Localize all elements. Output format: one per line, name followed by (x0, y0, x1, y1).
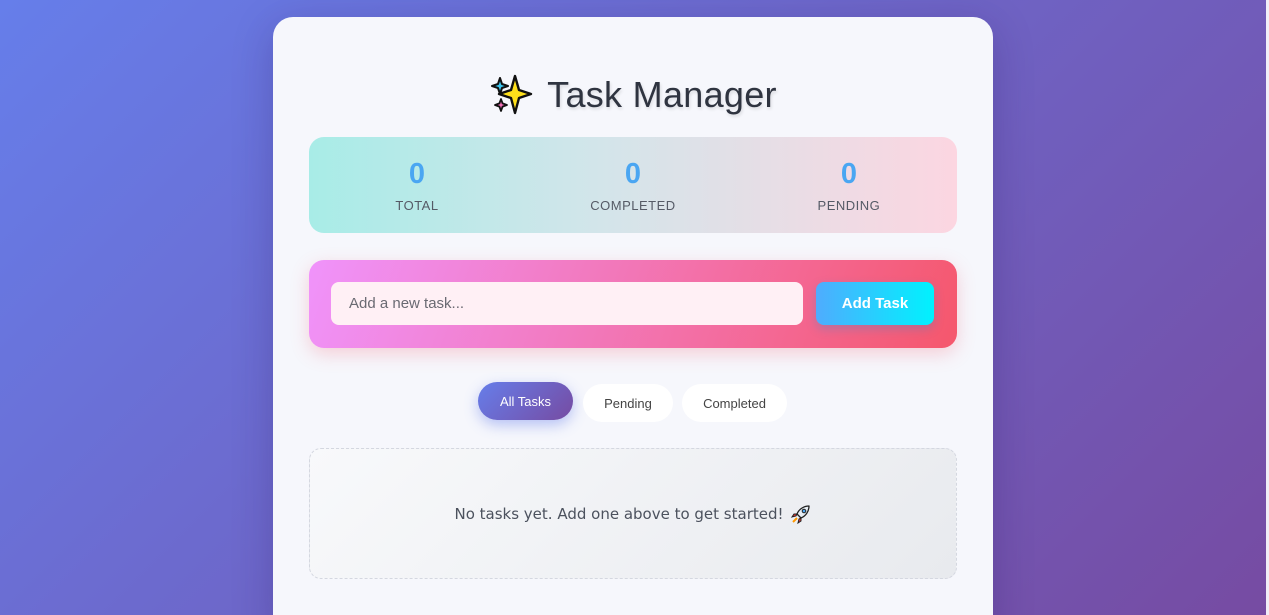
task-manager-card: Task Manager 0 TOTAL 0 COMPLETED 0 PENDI… (273, 17, 993, 615)
stat-pending-label: PENDING (817, 197, 881, 213)
empty-state-text: No tasks yet. Add one above to get start… (454, 504, 784, 523)
header: Task Manager (273, 71, 993, 119)
stat-total-value: 0 (408, 157, 426, 190)
stat-completed-label: COMPLETED (590, 197, 676, 213)
stats-panel: 0 TOTAL 0 COMPLETED 0 PENDING (309, 137, 957, 233)
stat-total-label: TOTAL (395, 197, 439, 213)
stat-pending-value: 0 (840, 157, 857, 190)
stat-completed-value: 0 (624, 157, 642, 190)
stat-total: 0 TOTAL (309, 158, 525, 213)
stat-completed: 0 COMPLETED (525, 158, 741, 213)
page-title: Task Manager (547, 74, 777, 115)
filter-bar: All Tasks Pending Completed (273, 382, 993, 422)
filter-completed[interactable]: Completed (682, 384, 787, 422)
new-task-input[interactable] (331, 282, 803, 325)
filter-pending[interactable]: Pending (583, 384, 673, 422)
add-task-button[interactable]: Add Task (816, 282, 934, 325)
filter-all-tasks[interactable]: All Tasks (478, 382, 573, 420)
task-list-empty-state: No tasks yet. Add one above to get start… (309, 448, 957, 579)
rocket-icon (790, 504, 810, 524)
sparkles-icon (491, 74, 533, 115)
stat-pending: 0 PENDING (741, 158, 957, 213)
new-task-panel: Add Task (309, 260, 957, 348)
